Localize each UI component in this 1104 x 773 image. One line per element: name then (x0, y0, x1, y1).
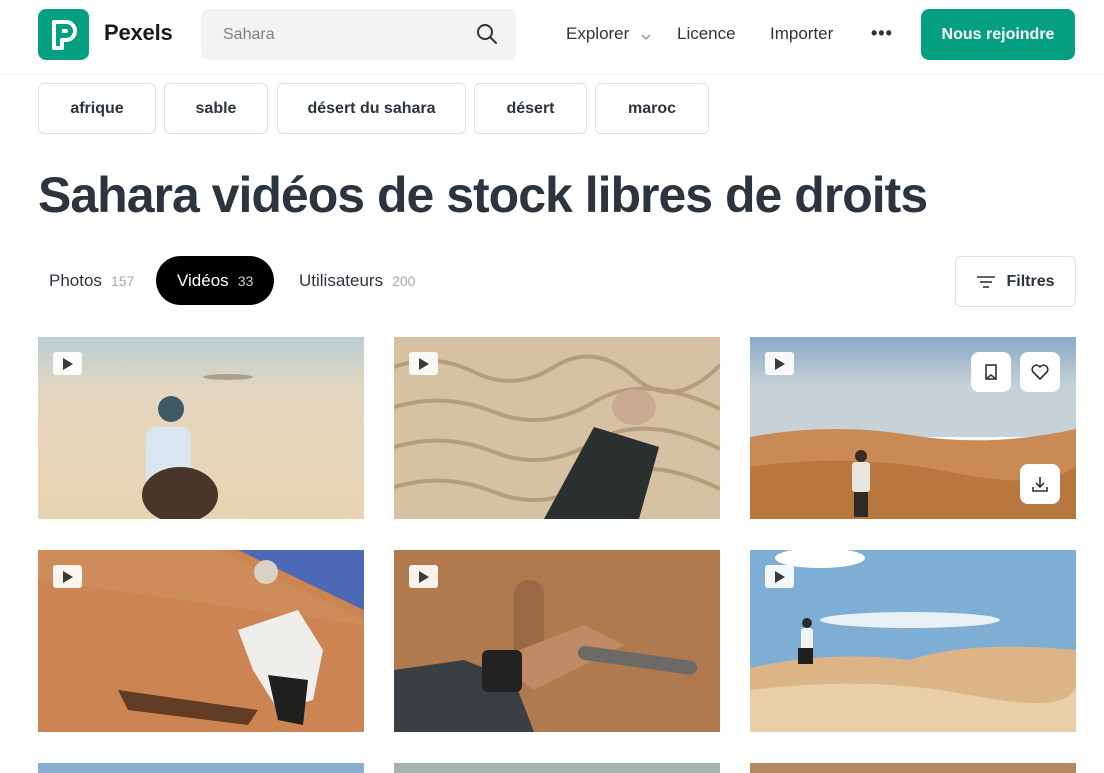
brand-name[interactable]: Pexels (104, 20, 173, 46)
search-bar (201, 9, 516, 60)
chevron-down-icon[interactable] (641, 28, 651, 46)
video-thumbnail (394, 550, 720, 732)
more-menu-icon[interactable]: ••• (871, 23, 893, 44)
collection-icon[interactable] (971, 352, 1011, 392)
play-icon (409, 565, 438, 588)
play-icon (409, 352, 438, 375)
video-card[interactable] (394, 550, 720, 732)
play-icon (53, 565, 82, 588)
tag-afrique[interactable]: afrique (38, 83, 156, 134)
filters-button[interactable]: Filtres (955, 256, 1076, 307)
page-title: Sahara vidéos de stock libres de droits (38, 167, 928, 223)
play-icon (765, 352, 794, 375)
play-icon (53, 352, 82, 375)
tab-label: Utilisateurs (299, 270, 384, 290)
video-card[interactable] (38, 763, 364, 773)
search-icon[interactable] (476, 23, 498, 45)
nav-explorer[interactable]: Explorer (566, 24, 629, 44)
top-navbar: Pexels Explorer Licence Importer ••• Nou… (0, 0, 1104, 75)
video-thumbnail (394, 337, 720, 519)
tab-videos[interactable]: Vidéos 33 (156, 256, 275, 305)
tab-count: 157 (110, 272, 135, 289)
video-card[interactable] (394, 763, 720, 773)
video-card[interactable] (750, 337, 1076, 519)
heart-icon[interactable] (1020, 352, 1060, 392)
video-card[interactable] (38, 550, 364, 732)
tab-count: 200 (392, 272, 416, 289)
video-thumbnail (38, 337, 364, 519)
filter-icon (977, 275, 996, 288)
video-card[interactable] (38, 337, 364, 519)
video-thumbnail (38, 550, 364, 732)
play-icon (765, 565, 794, 588)
video-card[interactable] (750, 550, 1076, 732)
video-card[interactable] (394, 337, 720, 519)
join-button[interactable]: Nous rejoindre (921, 9, 1075, 60)
download-icon[interactable] (1020, 464, 1060, 504)
tab-count: 33 (237, 272, 254, 289)
tab-label: Photos (49, 270, 102, 290)
nav-licence[interactable]: Licence (677, 24, 736, 44)
search-input[interactable] (201, 9, 471, 60)
tag-desert[interactable]: désert (474, 83, 587, 134)
tag-sable[interactable]: sable (164, 83, 268, 134)
tag-maroc[interactable]: maroc (595, 83, 709, 134)
video-thumbnail (750, 550, 1076, 732)
video-card[interactable] (750, 763, 1076, 773)
pexels-logo-icon[interactable] (38, 9, 89, 60)
tab-utilisateurs[interactable]: Utilisateurs 200 (299, 256, 415, 305)
filters-label: Filtres (1006, 272, 1055, 290)
tab-label: Vidéos (177, 270, 229, 290)
nav-importer[interactable]: Importer (770, 24, 833, 44)
tab-photos[interactable]: Photos 157 (49, 256, 134, 305)
tag-desert-du-sahara[interactable]: désert du sahara (277, 83, 466, 134)
